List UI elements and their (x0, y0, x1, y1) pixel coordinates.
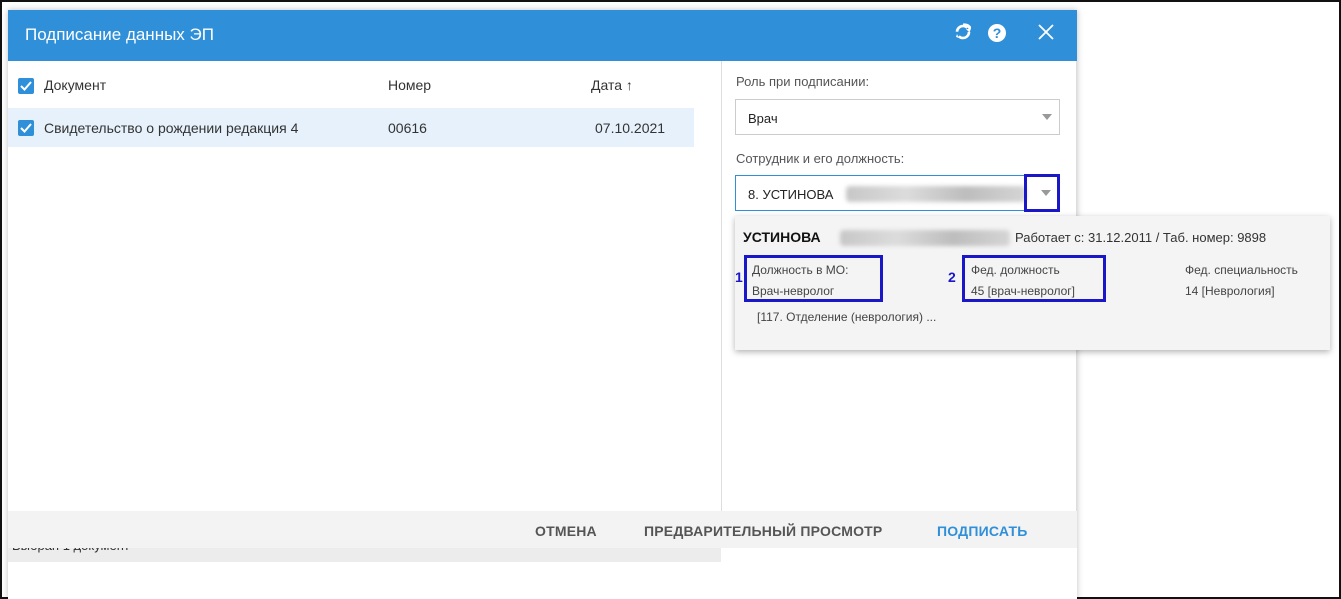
employee-works-since: Работает с: 31.12.2011 / Таб. номер: 989… (1015, 230, 1267, 245)
fed-specialty-value: 14 [Неврология] (1185, 284, 1275, 298)
redacted-full-name (840, 230, 1010, 246)
employee-dropdown-list[interactable]: УСТИНОВА Работает с: 31.12.2011 / Таб. н… (735, 216, 1330, 350)
table-row[interactable]: Свидетельство о рождении редакция 4 0061… (8, 108, 694, 147)
dialog-buttons: ОТМЕНА ПРЕДВАРИТЕЛЬНЫЙ ПРОСМОТР ПОДПИСАТ… (8, 511, 1077, 548)
marker-2: 2 (948, 269, 956, 285)
dropdown-trigger-highlight (1024, 174, 1060, 212)
employee-surname: УСТИНОВА (743, 229, 821, 245)
position-mo-label: Должность в МО: (752, 263, 849, 277)
row-checkbox[interactable] (18, 120, 34, 136)
sort-asc-icon: ↑ (625, 77, 633, 93)
dialog-title: Подписание данных ЭП (25, 25, 214, 44)
preview-button[interactable]: ПРЕДВАРИТЕЛЬНЫЙ ПРОСМОТР (644, 523, 882, 539)
cell-document: Свидетельство о рождении редакция 4 (44, 120, 299, 136)
department-text: [117. Отделение (неврология) ... (757, 310, 937, 324)
role-select[interactable]: Врач (735, 99, 1060, 135)
marker-1: 1 (735, 269, 743, 285)
column-header-date-label: Дата (591, 77, 623, 93)
fed-position-value: 45 [врач-невролог] (971, 284, 1076, 298)
role-label: Роль при подписании: (736, 74, 870, 89)
dialog-titlebar: Подписание данных ЭП ? (8, 10, 1077, 61)
fed-position-label: Фед. должность (971, 263, 1060, 277)
column-header-date[interactable]: Дата ↑ (591, 77, 633, 93)
cancel-button[interactable]: ОТМЕНА (535, 523, 597, 539)
role-value: Врач (748, 111, 778, 126)
sign-button[interactable]: ПОДПИСАТЬ (937, 523, 1027, 539)
select-all-checkbox[interactable] (18, 78, 34, 94)
cell-date: 07.10.2021 (595, 120, 666, 136)
fed-specialty-label: Фед. специальность (1185, 263, 1298, 277)
chevron-down-icon (1042, 114, 1052, 120)
svg-text:?: ? (993, 25, 1002, 41)
position-mo-value: Врач-невролог (752, 284, 835, 298)
refresh-icon[interactable] (951, 23, 975, 47)
close-icon[interactable] (1034, 23, 1058, 47)
column-header-document[interactable]: Документ (44, 77, 106, 93)
employee-label: Сотрудник и его должность: (736, 151, 905, 166)
column-header-number[interactable]: Номер (388, 77, 431, 93)
employee-select[interactable]: 8. УСТИНОВА (735, 175, 1060, 211)
employee-value: 8. УСТИНОВА (748, 187, 834, 202)
help-icon[interactable]: ? (985, 23, 1009, 47)
cell-number: 00616 (388, 120, 427, 136)
redacted-name (846, 186, 1026, 202)
grid-header: Документ Номер Дата ↑ (8, 61, 694, 107)
